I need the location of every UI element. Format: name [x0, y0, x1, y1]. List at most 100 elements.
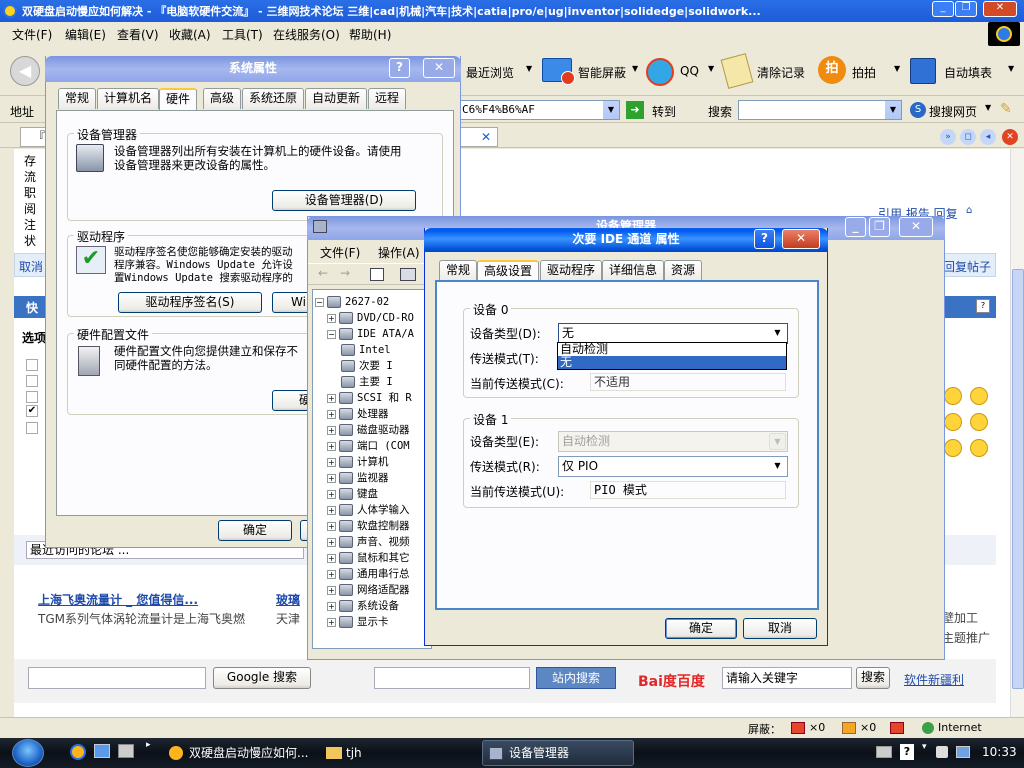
- back-button[interactable]: ◀: [10, 56, 40, 86]
- device0-type-select[interactable]: 无 ▼: [558, 323, 788, 344]
- ad2-title[interactable]: 玻璃: [276, 591, 300, 608]
- device-tree-item[interactable]: + SCSI 和 R: [327, 390, 412, 406]
- device-tree-item[interactable]: 主要 I: [341, 374, 393, 390]
- device1-transfer-select[interactable]: 仅 PIO ▼: [558, 456, 788, 477]
- device-tree-item[interactable]: + 网络适配器: [327, 582, 410, 598]
- menu-online[interactable]: 在线服务(O): [273, 26, 340, 43]
- quicklaunch-ie-icon[interactable]: [70, 744, 86, 760]
- device-tree-item[interactable]: + 处理器: [327, 406, 389, 422]
- quicklaunch-desktop-icon[interactable]: [94, 744, 110, 758]
- taskbar-item-devmgr[interactable]: 设备管理器: [482, 740, 634, 766]
- expand-icon[interactable]: +: [327, 617, 336, 627]
- tray-keyboard-icon[interactable]: [876, 746, 892, 758]
- device-tree-item[interactable]: 次要 I: [341, 358, 393, 374]
- sysprop-tab-hardware[interactable]: 硬件: [159, 88, 198, 112]
- smiley-icon[interactable]: [970, 387, 988, 405]
- device-tree-item[interactable]: + 系统设备: [327, 598, 399, 614]
- menu-file[interactable]: 文件(F): [12, 26, 52, 43]
- site-search-input[interactable]: [374, 667, 530, 689]
- collapse-icon[interactable]: ?: [976, 299, 990, 313]
- expand-icon[interactable]: +: [327, 521, 336, 531]
- tray-expand-icon[interactable]: ▾: [922, 742, 927, 752]
- sysprop-close-button[interactable]: ✕: [423, 58, 455, 78]
- smiley-icon[interactable]: [970, 413, 988, 431]
- device-tree-item[interactable]: − 2627-02: [315, 294, 389, 310]
- scroll-thumb[interactable]: [1012, 269, 1024, 689]
- right-text-1[interactable]: 壁加工: [942, 609, 978, 626]
- device-tree-item[interactable]: + 通用串行总: [327, 566, 410, 582]
- browser-minimize-button[interactable]: _: [932, 1, 954, 17]
- recent-browse-arrow[interactable]: ▼: [526, 64, 532, 73]
- smiley-icon[interactable]: [944, 387, 962, 405]
- devmgr-print-icon[interactable]: [400, 268, 416, 281]
- sysprop-tab-remote[interactable]: 远程: [368, 88, 407, 109]
- device-tree-item[interactable]: + 人体学输入: [327, 502, 410, 518]
- device0-type-arrow[interactable]: ▼: [769, 325, 786, 342]
- expand-icon[interactable]: +: [327, 553, 336, 563]
- device-tree-item[interactable]: + 声音、视频: [327, 534, 410, 550]
- device-tree-item[interactable]: − IDE ATA/A: [327, 326, 414, 342]
- hwprofile-button[interactable]: 硬: [272, 390, 312, 411]
- google-search-button[interactable]: Google 搜索: [213, 667, 311, 689]
- ide-tab-general[interactable]: 常规: [439, 260, 478, 281]
- device-tree-item[interactable]: + 键盘: [327, 486, 378, 502]
- new-software-link[interactable]: 软件新疆利: [904, 671, 964, 688]
- sysprop-tab-general[interactable]: 常规: [58, 88, 97, 109]
- devmgr-menu-action[interactable]: 操作(A): [378, 244, 420, 261]
- ide-cancel-button[interactable]: 取消: [743, 618, 817, 639]
- browser-restore-button[interactable]: ❐: [955, 1, 977, 17]
- sysprop-ok-button[interactable]: 确定: [218, 520, 292, 541]
- address-dropdown[interactable]: ▼: [603, 101, 619, 119]
- reply-post-link[interactable]: 回复帖子: [943, 258, 991, 275]
- expand-icon[interactable]: +: [327, 441, 336, 451]
- expand-icon[interactable]: +: [327, 585, 336, 595]
- baidu-search-button[interactable]: 搜索: [856, 667, 890, 689]
- device-tree-item[interactable]: + 鼠标和其它: [327, 550, 410, 566]
- site-search-button[interactable]: 站内搜索: [536, 667, 616, 689]
- option-checkbox[interactable]: [26, 359, 38, 371]
- windows-update-button[interactable]: Wi: [272, 292, 312, 313]
- start-orb[interactable]: [12, 739, 44, 767]
- page-scrollbar[interactable]: [1010, 149, 1024, 717]
- device-tree-item[interactable]: Intel: [341, 342, 391, 358]
- tab-prev-icon[interactable]: ◻: [960, 129, 976, 145]
- smiley-icon[interactable]: [970, 439, 988, 457]
- devmgr-maximize-button[interactable]: ❐: [869, 217, 890, 237]
- ad1-title[interactable]: 上海飞奥流量计 _ 您值得信...: [38, 591, 198, 608]
- ide-tab-driver[interactable]: 驱动程序: [540, 260, 603, 281]
- collapse-icon[interactable]: −: [327, 329, 336, 339]
- pen-icon[interactable]: ✎: [1000, 101, 1016, 119]
- up-icon[interactable]: ⌂: [966, 205, 972, 216]
- taskbar-item-folder[interactable]: tjh: [320, 740, 472, 766]
- dropdown-option-autodetect[interactable]: 自动检测: [558, 343, 786, 356]
- sysprop-tab-autoupdate[interactable]: 自动更新: [305, 88, 368, 109]
- devmgr-view-icon[interactable]: [370, 268, 384, 281]
- menu-view[interactable]: 查看(V): [117, 26, 159, 43]
- ide-ok-button[interactable]: 确定: [665, 618, 737, 639]
- menu-favorites[interactable]: 收藏(A): [169, 26, 211, 43]
- driver-sign-button[interactable]: 驱动程序签名(S): [118, 292, 262, 313]
- baidu-input[interactable]: 请输入关键字: [722, 667, 852, 689]
- device-tree-item[interactable]: + 监视器: [327, 470, 389, 486]
- devmgr-back-icon[interactable]: ←: [318, 266, 328, 280]
- address-input[interactable]: C6%F4%B6%AF: [458, 100, 620, 120]
- expand-icon[interactable]: +: [327, 473, 336, 483]
- tray-network-icon[interactable]: [956, 746, 970, 758]
- expand-icon[interactable]: +: [327, 505, 336, 515]
- dropdown-option-none[interactable]: 无: [558, 356, 786, 369]
- sysprop-help-button[interactable]: ?: [389, 58, 410, 78]
- devmgr-forward-icon[interactable]: →: [340, 266, 350, 280]
- search-dropdown[interactable]: ▼: [885, 101, 901, 119]
- tab-list-icon[interactable]: »: [940, 129, 956, 145]
- devmgr-close-button[interactable]: ✕: [899, 217, 933, 237]
- devmgr-button[interactable]: 设备管理器(D): [272, 190, 416, 211]
- sysprop-tab-advanced[interactable]: 高级: [203, 88, 242, 109]
- smart-block[interactable]: 智能屏蔽: [578, 64, 626, 81]
- device-tree-item[interactable]: + 磁盘驱动器: [327, 422, 410, 438]
- expand-icon[interactable]: +: [327, 393, 336, 403]
- expand-icon[interactable]: +: [327, 537, 336, 547]
- smiley-icon[interactable]: [944, 439, 962, 457]
- browser-tab-active[interactable]: ✕: [458, 127, 498, 147]
- ide-help-button[interactable]: ?: [754, 229, 775, 249]
- tab-refresh-icon[interactable]: ◂: [980, 129, 996, 145]
